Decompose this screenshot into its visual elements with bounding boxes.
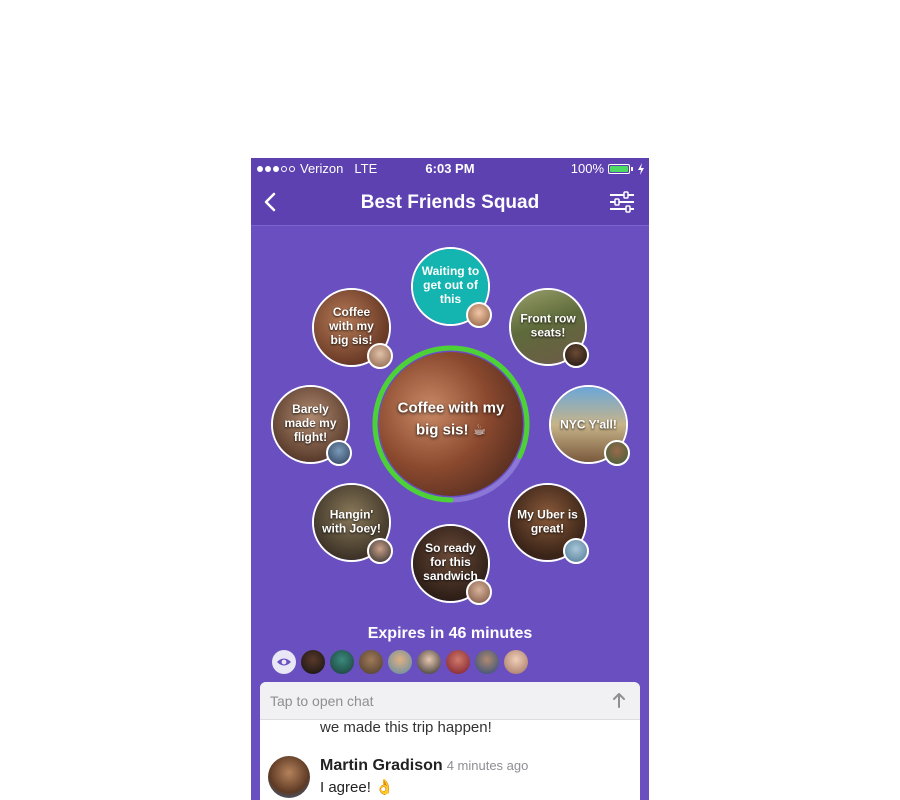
viewer-avatar [301,650,325,674]
battery-icon [608,163,630,174]
avatar [367,538,393,564]
arrow-up-icon[interactable] [610,691,628,709]
viewer-avatar [330,650,354,674]
chat-panel[interactable]: Tap to open chat we made this trip happe… [260,682,640,800]
chat-message-text: we made this trip happen! [320,719,492,736]
avatar [563,538,589,564]
story-caption: My Uber is great! [517,507,578,536]
story-caption: So ready for this sandwich [423,540,478,583]
story-caption: Hangin' with Joey! [322,507,381,536]
avatar [268,756,310,798]
story-bubble-sandwich[interactable]: So ready for this sandwich [411,524,492,605]
story-bubble-waiting[interactable]: Waiting to get out of this [411,247,492,328]
eye-icon[interactable] [272,650,296,674]
status-bar: Verizon LTE 6:03 PM 100% [251,158,649,180]
story-caption: Barely made my flight! [284,401,337,444]
avatar [563,342,589,368]
nav-bar: Best Friends Squad [251,180,649,226]
viewer-avatar [388,650,412,674]
viewer-avatar [475,650,499,674]
viewer-avatar [504,650,528,674]
featured-story[interactable]: Coffee with my big sis! ☕ [371,344,531,504]
battery-percent: 100% [570,161,604,176]
avatar [604,440,630,466]
chat-message-author: Martin Gradison [320,757,443,774]
story-caption: Front row seats! [520,311,576,340]
phone-screen: Verizon LTE 6:03 PM 100% Best Friends Sq… [251,158,649,800]
story-bubble-flight[interactable]: Barely made my flight! [271,385,352,466]
chat-open-bar[interactable]: Tap to open chat [260,682,640,720]
avatar [326,440,352,466]
viewer-avatar [446,650,470,674]
story-caption: Waiting to get out of this [421,263,480,306]
avatar [466,579,492,605]
story-caption: Coffee with my big sis! [329,304,374,347]
chat-message-time: 4 minutes ago [446,758,529,773]
story-caption: NYC Y'all! [560,416,617,431]
featured-story-caption: Coffee with my big sis! ☕ [397,399,505,439]
story-bubble-nyc[interactable]: NYC Y'all! [549,385,630,466]
chat-placeholder: Tap to open chat [270,693,374,709]
page-title: Best Friends Squad [360,192,540,213]
expires-text: Expires in 46 minutes [367,625,533,642]
charging-icon [638,162,644,175]
sliders-icon[interactable] [609,190,635,214]
viewer-avatar [417,650,441,674]
viewers-row[interactable] [272,650,528,674]
chat-message-header: Martin Gradison 4 minutes ago [320,757,528,775]
avatar [466,302,492,328]
chat-message-text: I agree! 👌 [320,779,394,796]
viewer-avatar [359,650,383,674]
